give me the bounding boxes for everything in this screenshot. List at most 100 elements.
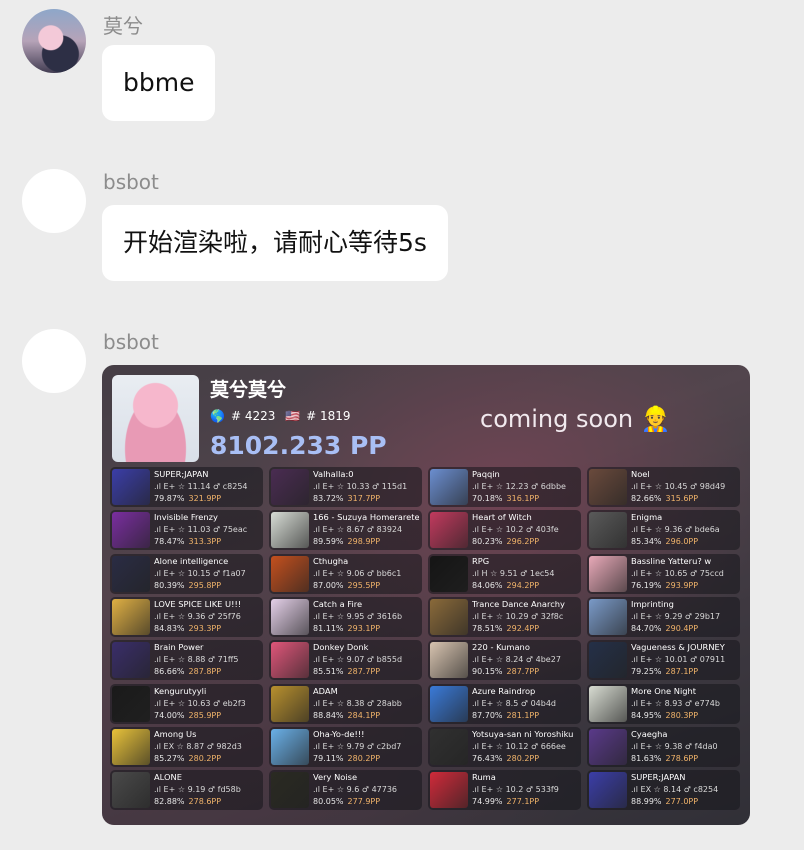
key-icon: ♂ bbox=[687, 568, 700, 578]
song-stats: .ıl E+ ☆ 9.36 ♂ bde6a bbox=[631, 525, 720, 534]
score-result: 80.39% 295.8PP bbox=[154, 581, 221, 590]
coming-soon-label: coming soon 👷 bbox=[480, 405, 671, 433]
difficulty: E+ bbox=[481, 785, 494, 795]
pp-value: 277.9PP bbox=[347, 797, 381, 807]
chat-message: bsbot 开始渲染啦，请耐心等待5s bbox=[0, 160, 804, 290]
song-stats: .ıl E+ ☆ 11.14 ♂ c8254 bbox=[154, 482, 248, 491]
song-stats: .ıl E+ ☆ 8.38 ♂ 28abb bbox=[313, 699, 402, 708]
key-icon: ♂ bbox=[210, 698, 223, 708]
song-cover bbox=[271, 512, 309, 549]
signal-icon: .ıl bbox=[472, 611, 482, 621]
pp-value: 292.4PP bbox=[506, 623, 540, 633]
score-tile: Heart of Witch .ıl E+ ☆ 10.2 ♂ 403fe 80.23… bbox=[428, 510, 581, 551]
song-cover bbox=[112, 728, 150, 765]
song-cover bbox=[589, 512, 627, 549]
song-cover bbox=[271, 642, 309, 679]
pp-value: 293.9PP bbox=[665, 580, 699, 590]
difficulty: E+ bbox=[322, 741, 335, 751]
score-result: 81.63% 278.6PP bbox=[631, 754, 698, 763]
key-icon: ♂ bbox=[682, 525, 695, 535]
pp-value: 317.7PP bbox=[347, 494, 381, 503]
map-hash: bde6a bbox=[694, 525, 720, 535]
song-cover bbox=[112, 685, 150, 722]
song-title: Invisible Frenzy bbox=[154, 512, 218, 523]
song-stats: .ıl E+ ☆ 10.45 ♂ 98d49 bbox=[631, 482, 725, 491]
pp-value: 280.2PP bbox=[188, 753, 222, 763]
song-title: Enigma bbox=[631, 512, 663, 523]
song-title: ALONE bbox=[154, 772, 182, 783]
map-hash: bb6c1 bbox=[376, 568, 402, 578]
score-result: 82.88% 278.6PP bbox=[154, 797, 221, 806]
song-stats: .ıl E+ ☆ 8.67 ♂ 83924 bbox=[313, 525, 402, 534]
accuracy: 85.51% bbox=[313, 667, 344, 677]
signal-icon: .ıl bbox=[631, 611, 641, 621]
song-cover bbox=[112, 598, 150, 635]
score-result: 70.18% 316.1PP bbox=[472, 494, 539, 503]
message-bubble[interactable]: 开始渲染啦，请耐心等待5s bbox=[102, 205, 448, 281]
map-hash: 75ccd bbox=[699, 568, 724, 578]
score-result: 84.83% 293.3PP bbox=[154, 624, 221, 633]
key-icon: ♂ bbox=[364, 741, 377, 751]
key-icon: ♂ bbox=[205, 655, 218, 665]
accuracy: 84.83% bbox=[154, 623, 185, 633]
map-hash: eb2f3 bbox=[222, 698, 246, 708]
pp-value: 277.0PP bbox=[665, 797, 699, 807]
accuracy: 78.51% bbox=[472, 623, 503, 633]
star-icon: ☆ bbox=[493, 525, 506, 535]
key-icon: ♂ bbox=[364, 525, 377, 535]
star-icon: ☆ bbox=[174, 741, 187, 751]
star-icon: ☆ bbox=[493, 655, 506, 665]
song-title: ADAM bbox=[313, 685, 338, 696]
total-pp: 8102.233 PP bbox=[210, 431, 387, 460]
song-stats: .ıl E+ ☆ 10.15 ♂ f1a07 bbox=[154, 569, 246, 578]
score-tile: Yotsuya-san ni Yoroshiku .ıl E+ ☆ 10.12 ♂… bbox=[428, 726, 581, 767]
signal-icon: .ıl bbox=[631, 785, 641, 795]
score-tile: LOVE SPICE LIKE U!!! .ıl E+ ☆ 9.36 ♂ 25f7… bbox=[110, 596, 263, 637]
star-rating: 9.07 bbox=[346, 655, 365, 665]
accuracy: 82.88% bbox=[154, 797, 185, 807]
message-bubble[interactable]: bbme bbox=[102, 45, 216, 121]
pp-value: 285.9PP bbox=[188, 710, 222, 720]
star-icon: ☆ bbox=[334, 785, 347, 795]
score-result: 83.72% 317.7PP bbox=[313, 494, 380, 503]
accuracy: 78.47% bbox=[154, 537, 185, 547]
star-rating: 10.65 bbox=[664, 568, 688, 578]
song-title: SUPER;JAPAN bbox=[631, 772, 686, 783]
score-result: 79.11% 280.2PP bbox=[313, 754, 380, 763]
score-result: 88.99% 277.0PP bbox=[631, 797, 698, 806]
difficulty: E+ bbox=[163, 655, 176, 665]
signal-icon: .ıl bbox=[154, 698, 164, 708]
difficulty: E+ bbox=[640, 611, 653, 621]
star-icon: ☆ bbox=[651, 785, 664, 795]
rank-row: 🌎 # 4223 🇺🇸 # 1819 bbox=[210, 409, 357, 423]
song-cover bbox=[430, 685, 468, 722]
score-tile: SUPER;JAPAN .ıl E+ ☆ 11.14 ♂ c8254 79.87% 3… bbox=[110, 467, 263, 507]
avatar[interactable] bbox=[22, 9, 86, 73]
difficulty: E+ bbox=[640, 698, 653, 708]
star-icon: ☆ bbox=[493, 698, 506, 708]
avatar[interactable] bbox=[22, 169, 86, 233]
player-avatar-image bbox=[112, 375, 199, 462]
signal-icon: .ıl bbox=[154, 482, 164, 491]
pp-value: 287.1PP bbox=[665, 667, 699, 677]
song-cover bbox=[271, 555, 309, 592]
song-stats: .ıl E+ ☆ 10.2 ♂ 403fe bbox=[472, 525, 559, 534]
song-cover bbox=[271, 728, 309, 765]
score-result: 79.87% 321.9PP bbox=[154, 494, 221, 503]
avatar[interactable] bbox=[22, 329, 86, 393]
song-stats: .ıl E+ ☆ 10.29 ♂ 32f8c bbox=[472, 612, 563, 621]
song-cover bbox=[589, 685, 627, 722]
song-title: Ruma bbox=[472, 772, 496, 783]
map-hash: e774b bbox=[694, 698, 720, 708]
accuracy: 79.11% bbox=[313, 753, 344, 763]
score-result: 89.59% 298.9PP bbox=[313, 537, 380, 546]
score-result: 80.05% 277.9PP bbox=[313, 797, 380, 806]
score-image-card[interactable]: 莫兮莫兮 🌎 # 4223 🇺🇸 # 1819 8102.233 PP coming… bbox=[102, 365, 750, 825]
key-icon: ♂ bbox=[523, 525, 536, 535]
score-tile: Oha-Yo-de!!! .ıl E+ ☆ 9.79 ♂ c2bd7 79.11% 2… bbox=[269, 726, 422, 767]
song-title: Donkey Donk bbox=[313, 642, 369, 653]
pp-value: 315.6PP bbox=[665, 494, 699, 503]
star-rating: 8.67 bbox=[346, 525, 365, 535]
star-icon: ☆ bbox=[175, 568, 188, 578]
star-icon: ☆ bbox=[334, 568, 347, 578]
